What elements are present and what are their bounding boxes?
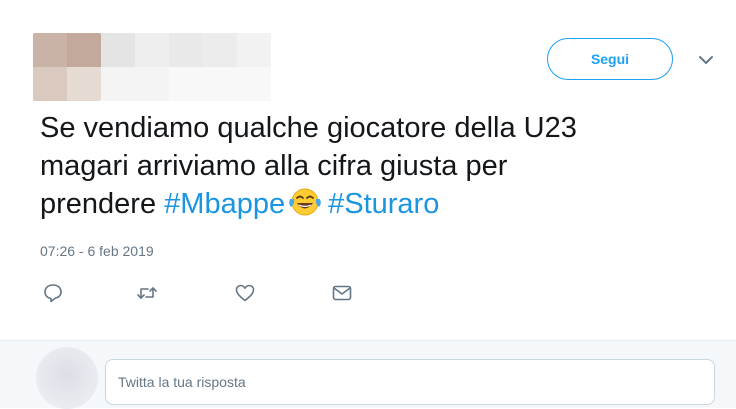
retweet-icon[interactable]	[136, 282, 158, 304]
tweet-timestamp[interactable]: 07:26 - 6 feb 2019	[40, 243, 154, 259]
tweet-text-line: prendere #Mbappe #Sturaro	[40, 185, 700, 223]
tweet-text: Se vendiamo qualche giocatore della U23 …	[40, 109, 700, 223]
author-avatar-blurred[interactable]	[33, 33, 101, 101]
user-avatar-blurred	[36, 347, 98, 409]
face-with-tears-of-joy-icon	[288, 187, 322, 217]
like-icon[interactable]	[234, 282, 256, 304]
hashtag-link[interactable]: #Mbappe	[164, 188, 285, 220]
hashtag-link[interactable]: #Sturaro	[328, 188, 439, 220]
reply-bar	[0, 340, 736, 409]
tweet-card: Segui Se vendiamo qualche giocatore dell…	[0, 0, 736, 340]
reply-icon[interactable]	[42, 282, 64, 304]
reply-input[interactable]	[105, 359, 715, 405]
tweet-text-line: Se vendiamo qualche giocatore della U23	[40, 112, 577, 144]
message-icon[interactable]	[331, 282, 353, 304]
chevron-down-icon[interactable]	[696, 50, 716, 70]
tweet-text-line: magari arriviamo alla cifra giusta per	[40, 150, 508, 182]
tweet-text-fragment: prendere	[40, 188, 165, 220]
follow-button[interactable]: Segui	[547, 38, 673, 80]
author-name-blurred[interactable]	[101, 33, 271, 101]
